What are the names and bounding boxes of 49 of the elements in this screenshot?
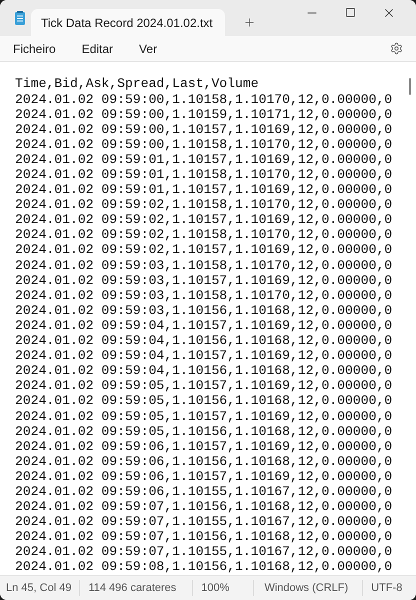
settings-icon[interactable] <box>390 42 403 56</box>
text-line: 2024.01.02 09:59:03,1.10158,1.10170,12,0.00000,0 <box>15 258 392 273</box>
text-line: 2024.01.02 09:59:01,1.10157,1.10169,12,0.00000,0 <box>15 182 392 198</box>
text-line: 2024.01.02 09:59:06,1.10157,1.10169,12,0.00000,0 <box>15 468 392 484</box>
scrollbar-thumb[interactable] <box>409 78 411 96</box>
status-text: 114 496 carateres <box>88 580 176 596</box>
text-line: 2024.01.02 09:59:05,1.10157,1.10169,12,0.00000,0 <box>15 408 392 424</box>
text-line: 2024.01.02 09:59:07,1.10156,1.10168,12,0.00000,0 <box>15 499 392 514</box>
text-line: 2024.01.02 09:59:00,1.10158,1.10170,12,0.00000,0 <box>15 92 392 107</box>
text-line: 2024.01.02 09:59:08,1.10156,1.10168,12,0.00000,0 <box>15 559 392 575</box>
text-line: 2024.01.02 09:59:06,1.10156,1.10168,12,0.00000,0 <box>15 454 392 469</box>
text-line: 2024.01.02 09:59:02,1.10158,1.10170,12,0.00000,0 <box>15 197 392 212</box>
text-line: 2024.01.02 09:59:04,1.10156,1.10168,12,0.00000,0 <box>15 333 392 348</box>
tab-title: Tick Data Record 2024.01.02.txt <box>41 14 213 32</box>
text-line: 2024.01.02 09:59:07,1.10155,1.10167,12,0.00000,0 <box>15 514 392 530</box>
text-line: 2024.01.02 09:59:03,1.10157,1.10169,12,0.00000,0 <box>15 272 392 288</box>
menu-item[interactable]: Editar <box>82 40 114 58</box>
text-line: 2024.01.02 09:59:02,1.10157,1.10169,12,0.00000,0 <box>15 242 392 258</box>
text-line: 2024.01.02 09:59:05,1.10156,1.10168,12,0.00000,0 <box>15 424 392 439</box>
maximize-icon[interactable] <box>345 7 356 18</box>
text-line: 2024.01.02 09:59:05,1.10157,1.10169,12,0.00000,0 <box>15 378 392 394</box>
status-text: 100% <box>201 580 230 596</box>
text-line: 2024.01.02 09:59:04,1.10157,1.10169,12,0.00000,0 <box>15 318 392 334</box>
text-line: 2024.01.02 09:59:02,1.10157,1.10169,12,0.00000,0 <box>15 212 392 228</box>
menu-item[interactable]: Ver <box>139 40 158 58</box>
text-line: Time,Bid,Ask,Spread,Last,Volume <box>15 76 259 92</box>
text-line: 2024.01.02 09:59:01,1.10157,1.10169,12,0.00000,0 <box>15 152 392 167</box>
text-line: 2024.01.02 09:59:05,1.10156,1.10168,12,0.00000,0 <box>15 393 392 408</box>
text-line: 2024.01.02 09:59:07,1.10156,1.10168,12,0.00000,0 <box>15 529 392 544</box>
text-line: 2024.01.02 09:59:06,1.10155,1.10167,12,0.00000,0 <box>15 484 392 500</box>
text-line: 2024.01.02 09:59:01,1.10158,1.10170,12,0.00000,0 <box>15 167 392 182</box>
text-line: 2024.01.02 09:59:00,1.10157,1.10169,12,0.00000,0 <box>15 122 392 137</box>
status-text: Windows (CRLF) <box>264 580 348 596</box>
status-text: UTF-8 <box>371 580 402 596</box>
text-line: 2024.01.02 09:59:04,1.10157,1.10169,12,0.00000,0 <box>15 348 392 364</box>
text-line: 2024.01.02 09:59:03,1.10158,1.10170,12,0.00000,0 <box>15 288 392 303</box>
text-line: 2024.01.02 09:59:06,1.10157,1.10169,12,0.00000,0 <box>15 438 392 454</box>
text-editor[interactable] <box>0 61 416 575</box>
text-line: 2024.01.02 09:59:07,1.10155,1.10167,12,0.00000,0 <box>15 544 392 560</box>
new-tab-icon[interactable] <box>243 16 256 29</box>
text-line: 2024.01.02 09:59:00,1.10159,1.10171,12,0.00000,0 <box>15 106 392 122</box>
notepad-icon <box>15 11 25 25</box>
status-text: Ln 45, Col 49 <box>6 580 72 596</box>
menu-item[interactable]: Ficheiro <box>13 40 56 58</box>
text-line: 2024.01.02 09:59:00,1.10158,1.10170,12,0.00000,0 <box>15 136 392 152</box>
text-line: 2024.01.02 09:59:02,1.10158,1.10170,12,0.00000,0 <box>15 227 392 242</box>
text-line: 2024.01.02 09:59:04,1.10156,1.10168,12,0.00000,0 <box>15 363 392 378</box>
text-line: 2024.01.02 09:59:03,1.10156,1.10168,12,0.00000,0 <box>15 302 392 318</box>
document-tab[interactable]: Tick Data Record 2024.01.02.txt <box>31 9 225 36</box>
